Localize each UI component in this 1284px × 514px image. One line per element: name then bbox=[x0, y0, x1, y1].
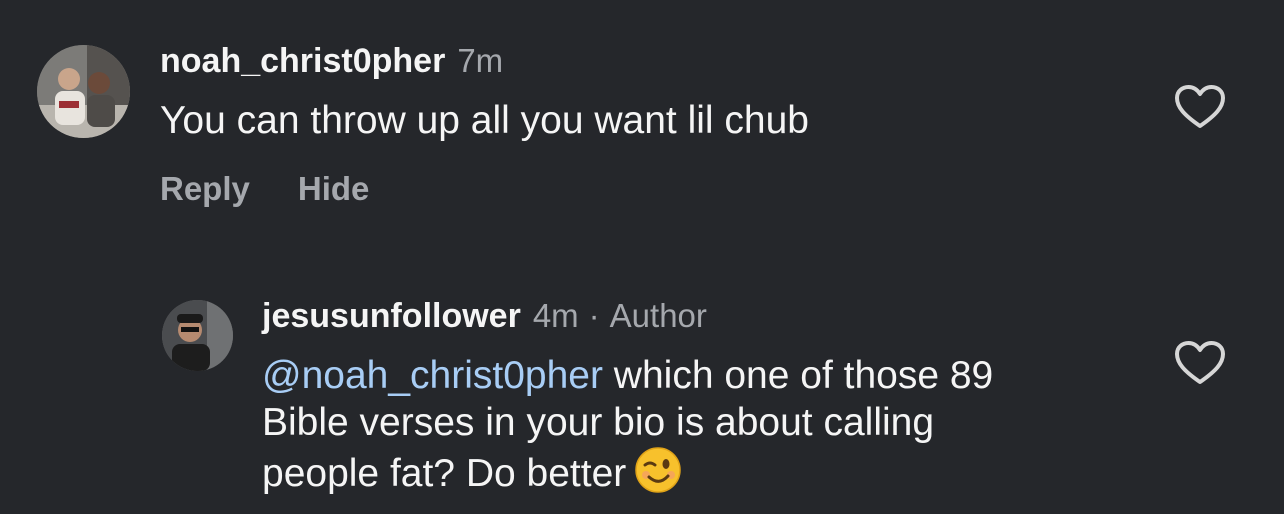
like-heart-icon[interactable] bbox=[1174, 340, 1226, 386]
comment-text-segment: people fat? Do better bbox=[262, 452, 627, 495]
avatar[interactable] bbox=[37, 45, 130, 138]
comment-time: 4m bbox=[532, 297, 579, 334]
avatar[interactable] bbox=[162, 300, 233, 371]
username[interactable]: jesusunfollower bbox=[262, 297, 521, 335]
comment-header: jesusunfollower 4m · Author bbox=[262, 297, 707, 336]
meta-separator: · bbox=[588, 297, 600, 334]
winking-face-emoji-icon bbox=[634, 446, 682, 494]
reply-button[interactable]: Reply bbox=[160, 170, 250, 207]
avatar-photo bbox=[37, 45, 130, 138]
comment-text-segment: which one of those 89 bbox=[602, 354, 994, 397]
comments-thread: noah_christ0pher 7m You can throw up all … bbox=[0, 0, 1284, 514]
comment-text-line-1: @noah_christ0pher which one of those 89 bbox=[262, 352, 993, 399]
comment-header: noah_christ0pher 7m bbox=[160, 42, 503, 81]
like-heart-icon[interactable] bbox=[1174, 84, 1226, 130]
comment-time: 7m bbox=[457, 42, 504, 79]
comment-actions: Reply Hide bbox=[160, 170, 417, 208]
author-badge: Author bbox=[609, 297, 707, 334]
comment-text: @noah_christ0pher which one of those 89 … bbox=[262, 352, 993, 497]
comment-text: You can throw up all you want lil chub bbox=[160, 99, 809, 142]
username[interactable]: noah_christ0pher bbox=[160, 42, 445, 80]
comment-text-line-2: Bible verses in your bio is about callin… bbox=[262, 401, 935, 444]
avatar-photo bbox=[162, 300, 233, 371]
hide-button[interactable]: Hide bbox=[298, 170, 370, 207]
mention-link[interactable]: @noah_christ0pher bbox=[262, 354, 603, 397]
comment-text-line-3: people fat? Do better bbox=[262, 446, 993, 497]
